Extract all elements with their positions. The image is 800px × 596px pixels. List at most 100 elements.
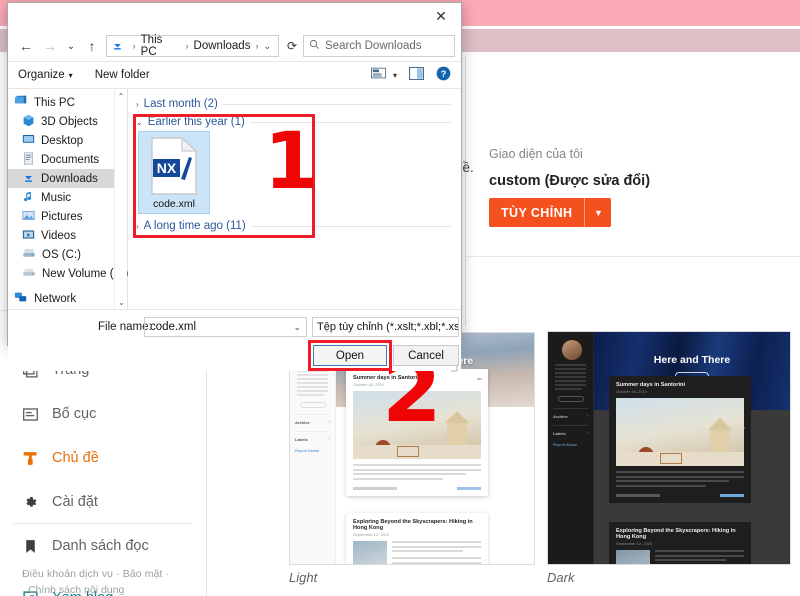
- sidebar-item-new-volume-e[interactable]: New Volume (E:): [8, 264, 128, 283]
- 3d-objects-icon: [22, 114, 35, 130]
- refresh-icon[interactable]: ⟳: [281, 35, 303, 57]
- preview-post-title: Exploring Beyond the Skyscrapers: Hiking…: [616, 528, 736, 540]
- my-theme-label: Giao diện của tôi: [489, 147, 583, 161]
- layout-icon: [22, 406, 52, 423]
- new-folder-button[interactable]: New folder: [95, 69, 150, 81]
- sidebar-item-label: Documents: [41, 153, 100, 166]
- preview-post-thumbnail: [616, 550, 650, 564]
- sidebar-item-layout[interactable]: Bố cục: [0, 392, 206, 436]
- drive-icon: [22, 247, 36, 263]
- organize-button[interactable]: Organize ▾: [18, 69, 73, 81]
- preview-post-footer: [346, 482, 488, 496]
- close-icon[interactable]: ✕: [421, 3, 461, 29]
- arrow-right-icon[interactable]: →: [38, 34, 62, 58]
- network-icon: [14, 290, 28, 307]
- dialog-places-sidebar: This PC 3D Objects Desktop Documents Dow…: [8, 89, 128, 309]
- dialog-title-bar: ✕: [8, 3, 461, 31]
- footer-links-line-2[interactable]: Chính sách nội dung: [28, 584, 124, 596]
- preview-post-thumbnail: [353, 541, 387, 564]
- sidebar-item-settings[interactable]: Cài đặt: [0, 480, 206, 524]
- sidebar-item-label: Music: [41, 191, 72, 204]
- help-icon[interactable]: ?: [436, 66, 451, 84]
- breadcrumb-separator: ›: [132, 41, 136, 51]
- sidebar-item-music[interactable]: Music: [8, 188, 127, 207]
- sidebar-item-downloads[interactable]: Downloads: [8, 169, 127, 188]
- file-group-last-month[interactable]: › Last month (2): [128, 95, 461, 113]
- preview-report-abuse-link: Report Abuse: [553, 442, 578, 447]
- arrow-up-icon[interactable]: ↑: [80, 34, 104, 58]
- new-folder-label: New folder: [94, 69, 150, 81]
- sidebar-item-videos[interactable]: Videos: [8, 226, 127, 245]
- sidebar-item-label: Downloads: [41, 172, 98, 185]
- file-name-value: code.xml: [150, 321, 197, 333]
- preview-post-date: September 12, 2019: [353, 532, 390, 537]
- sidebar-item-pictures[interactable]: Pictures: [8, 207, 127, 226]
- screenshot-root: đề. Giao diện của tôi custom (Được sửa đ…: [0, 0, 800, 596]
- preview-post-date: September 12, 2019: [616, 541, 653, 546]
- preview-pane-icon[interactable]: [408, 66, 425, 83]
- sidebar-item-theme[interactable]: Chủ đề: [0, 436, 206, 480]
- theme-preview-dark[interactable]: Here and There Archive › Labels › Report A…: [547, 331, 791, 565]
- chevron-down-icon[interactable]: ▼: [585, 198, 611, 227]
- documents-icon: [22, 151, 35, 168]
- sidebar-item-label: Chủ đề: [52, 450, 99, 466]
- customize-button-label: TÙY CHỈNH: [501, 205, 573, 220]
- step-marker-1: 1: [264, 117, 319, 207]
- content-theme-divider: [465, 56, 466, 326]
- customize-button[interactable]: TÙY CHỈNH ▼: [489, 198, 612, 227]
- svg-text:?: ?: [441, 69, 447, 79]
- file-group-label: Last month (2): [143, 98, 218, 110]
- view-layout-icon[interactable]: [370, 67, 387, 83]
- computer-icon: [14, 94, 28, 111]
- downloads-icon: [111, 39, 125, 53]
- search-icon: [309, 39, 320, 53]
- chevron-down-icon[interactable]: ⌄: [263, 41, 274, 52]
- sidebar-item-3d-objects[interactable]: 3D Objects: [8, 112, 127, 131]
- gear-icon: [22, 494, 52, 511]
- sidebar-item-label: Network: [34, 292, 77, 305]
- avatar: [562, 340, 582, 360]
- search-input[interactable]: Search Downloads: [303, 35, 455, 57]
- theme-brush-icon: [22, 450, 52, 467]
- preview-subscribe-button: [557, 396, 584, 402]
- resize-grip[interactable]: [448, 359, 458, 372]
- chevron-right-icon[interactable]: ›: [136, 100, 139, 109]
- arrow-left-icon[interactable]: ←: [14, 34, 38, 58]
- sidebar-item-label: Pictures: [41, 210, 83, 223]
- sidebar-item-this-pc[interactable]: This PC: [8, 93, 127, 112]
- sidebar-item-label: Desktop: [41, 134, 84, 147]
- chevron-down-icon[interactable]: ⌄: [293, 322, 301, 333]
- address-bar[interactable]: › This PC › Downloads › ⌄: [106, 34, 279, 58]
- preview-caption-dark: Dark: [547, 570, 575, 585]
- footer-links-line-1[interactable]: Điều khoản dịch vụ · Bảo mật ·: [22, 568, 169, 580]
- breadcrumb-this-pc[interactable]: This PC: [141, 34, 181, 58]
- sidebar-item-desktop[interactable]: Desktop: [8, 131, 127, 150]
- file-list-area: › Last month (2) ⌄ Earlier this year (1): [128, 89, 461, 309]
- preview-post-card-2: Exploring Beyond the Skyscrapers: Hiking…: [346, 513, 488, 564]
- preview-blog-title: Here and There: [653, 354, 731, 366]
- chevron-down-icon[interactable]: ⌄: [115, 295, 128, 309]
- preview-post-date: October 16, 2019: [616, 389, 647, 394]
- nav-divider: [14, 523, 192, 524]
- breadcrumb-separator: ›: [255, 41, 259, 51]
- file-name-input[interactable]: code.xml ⌄: [144, 317, 307, 337]
- file-type-value: Tệp tùy chỉnh (*.xslt;*.xbl;*.xsl;*.x: [317, 321, 459, 333]
- preview-labels-section: Labels ›: [553, 425, 588, 436]
- sidebar-item-os-c[interactable]: OS (C:): [8, 245, 127, 264]
- sidebar-item-documents[interactable]: Documents: [8, 150, 127, 169]
- sidebar-item-label: Bố cục: [52, 406, 97, 422]
- bookmark-icon: [22, 538, 52, 555]
- sidebar-item-network[interactable]: Network: [8, 289, 127, 308]
- sidebar-item-label: This PC: [34, 96, 75, 109]
- view-chevron-down-icon[interactable]: ▾: [393, 71, 397, 80]
- preview-caption-light: Light: [289, 570, 318, 585]
- content-rule-2: [466, 256, 800, 257]
- sidebar-scrollbar[interactable]: ⌃ ⌄: [114, 89, 127, 309]
- preview-archive-section: Archive ›: [295, 414, 330, 425]
- recent-locations-chevron-down-icon[interactable]: ⌄: [62, 34, 80, 58]
- chevron-up-icon[interactable]: ⌃: [115, 89, 127, 103]
- file-type-select[interactable]: Tệp tùy chỉnh (*.xslt;*.xbl;*.xsl;*.x ⌄: [312, 317, 459, 337]
- downloads-icon: [22, 171, 35, 187]
- sidebar-item-reading-list[interactable]: Danh sách đọc: [0, 524, 206, 568]
- breadcrumb-downloads[interactable]: Downloads: [194, 40, 251, 52]
